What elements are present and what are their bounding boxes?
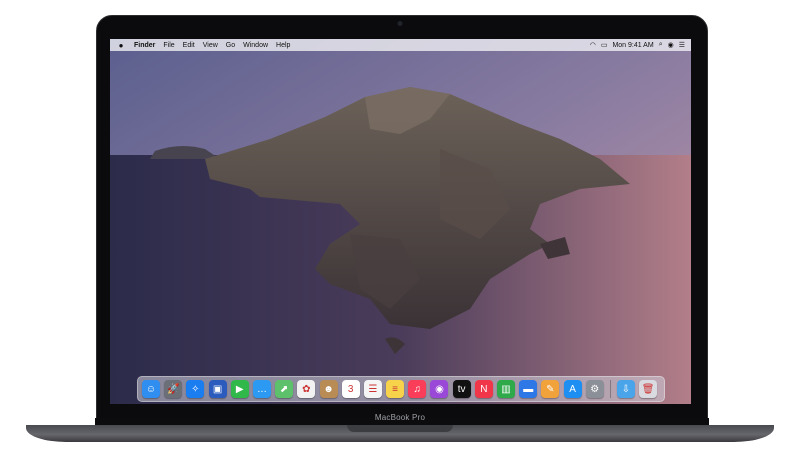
video-icon[interactable]: ▶: [230, 380, 249, 398]
dock: ☺ 🚀 ✧ ▣ ▶… ⬈ ✿ ☻ 3 ☰ ≡ ♫ ◉ tv N ▥ ▬ ✎ A ⚙ ⇩ 🗑: [137, 376, 665, 402]
pages-icon[interactable]: ✎: [541, 380, 560, 398]
chat-icon[interactable]: …: [252, 380, 271, 398]
menu-bar: ● Finder File Edit View Go Window Help ◠…: [110, 39, 691, 51]
search-icon[interactable]: ⌕: [659, 41, 663, 49]
map-icon[interactable]: ⬈: [275, 380, 294, 398]
menu-go[interactable]: Go: [226, 42, 235, 49]
siri-icon[interactable]: ◉: [668, 41, 674, 49]
menu-edit[interactable]: Edit: [183, 42, 195, 49]
folder-icon[interactable]: ⇩: [616, 380, 635, 398]
flower-icon[interactable]: ✿: [297, 380, 316, 398]
appstore-icon[interactable]: A: [563, 380, 582, 398]
battery-icon[interactable]: ▭: [601, 41, 608, 49]
chart-icon[interactable]: ▥: [497, 380, 515, 398]
list-icon[interactable]: ☰: [363, 380, 382, 398]
menu-finder[interactable]: Finder: [134, 42, 155, 49]
dock-separator: [609, 380, 611, 398]
music-icon[interactable]: ♫: [408, 380, 427, 398]
note-icon[interactable]: ≡: [386, 380, 405, 398]
control-list-icon[interactable]: ☰: [679, 41, 685, 49]
desktop-screen: ● Finder File Edit View Go Window Help ◠…: [110, 39, 691, 404]
contacts-icon[interactable]: ☻: [319, 380, 338, 398]
rocket-icon[interactable]: 🚀: [164, 380, 183, 398]
menu-help[interactable]: Help: [276, 42, 290, 49]
trash-icon[interactable]: 🗑: [639, 380, 658, 398]
podcast-icon[interactable]: ◉: [430, 380, 449, 398]
device-label: MacBook Pro: [374, 413, 426, 422]
wifi-icon[interactable]: ◠: [590, 41, 596, 49]
calendar-icon[interactable]: 3: [341, 380, 360, 398]
menu-view[interactable]: View: [203, 42, 218, 49]
menu-window[interactable]: Window: [243, 42, 268, 49]
apple-menu-icon[interactable]: ●: [116, 41, 126, 50]
photo-icon[interactable]: ▣: [208, 380, 227, 398]
menu-clock[interactable]: Mon 9:41 AM: [612, 42, 653, 49]
wallpaper-catalina: [110, 39, 691, 404]
keynote-icon[interactable]: ▬: [519, 380, 538, 398]
camera-icon: [397, 21, 403, 26]
menu-file[interactable]: File: [163, 42, 174, 49]
news-icon[interactable]: N: [474, 380, 493, 398]
compass-icon[interactable]: ✧: [186, 380, 205, 398]
menu-extras: ◠ ▭ Mon 9:41 AM ⌕ ◉ ☰: [590, 39, 685, 51]
finder-icon[interactable]: ☺: [142, 380, 160, 398]
base-notch: [347, 425, 453, 432]
gear-icon[interactable]: ⚙: [585, 380, 604, 398]
tv-icon[interactable]: tv: [452, 380, 471, 398]
macbook-illustration: ● Finder File Edit View Go Window Help ◠…: [0, 0, 800, 453]
